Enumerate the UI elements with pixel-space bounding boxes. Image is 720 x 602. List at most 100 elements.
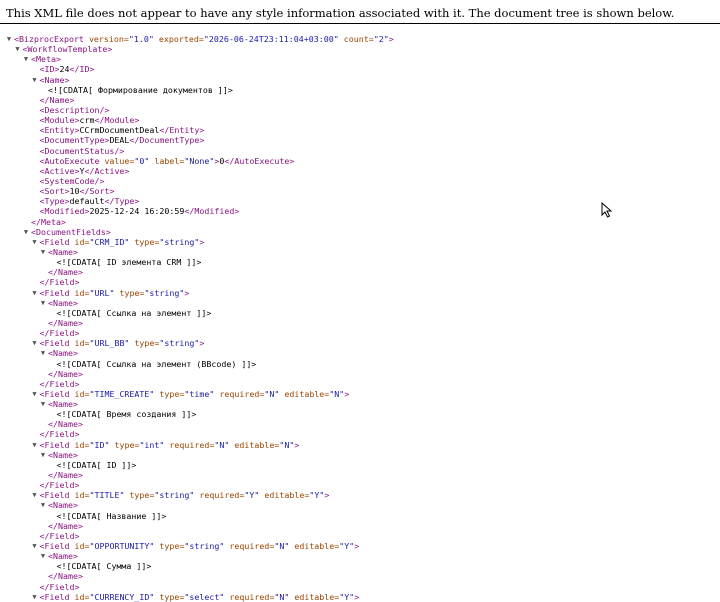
xml-tree-line: ▼ <Name> [0,75,720,85]
collapse-toggle-icon[interactable]: ▼ [39,551,47,561]
xml-line-content: <Meta> [31,54,61,64]
xml-line-content: <![CDATA[ Сумма ]]> [57,561,152,571]
xml-attr-name: required= [229,541,275,552]
xml-attr-name: type= [159,388,185,399]
collapse-toggle-icon[interactable]: ▼ [39,500,47,510]
xml-attr-value: "Y" [339,591,355,602]
xml-tree-line: </Field> [0,429,720,439]
xml-attr-value: "None" [184,155,215,166]
collapse-toggle-icon[interactable]: ▼ [5,34,13,44]
xml-attr-name: count= [343,34,374,44]
xml-line-content: <Name> [48,247,78,257]
xml-line-content: </Field> [40,328,80,338]
collapse-toggle-icon[interactable]: ▼ [31,541,39,551]
xml-line-content: <Modified>2025-12-24 16:20:59</Modified> [40,206,240,216]
mouse-pointer-icon [601,202,613,218]
xml-line-content: <Entity>CCrmDocumentDeal</Entity> [40,125,205,135]
collapse-toggle-icon[interactable]: ▼ [31,592,39,602]
xml-tree-line: <Entity>CCrmDocumentDeal</Entity> [0,125,720,135]
xml-tag: <BizprocExport [14,34,89,44]
xml-tree-line: <ID>24</ID> [0,64,720,74]
xml-attr-value: "TIME_CREATE" [89,388,155,399]
xml-tree-line: </Field> [0,531,720,541]
xml-tag: </Type> [104,196,140,207]
xml-tag: <DocumentStatus/> [39,145,125,156]
xml-tag: <ID> [39,64,60,75]
xml-tag: <WorkflowTemplate> [22,44,113,55]
xml-line-content: <Name> [48,500,78,510]
xml-attr-value: "TITLE" [89,490,125,501]
xml-tree-line: <Module>crm</Module> [0,115,720,125]
xml-tree-line: <![CDATA[ ID ]]> [0,460,720,470]
xml-tree-line: ▼ <Name> [0,500,720,510]
collapse-toggle-icon[interactable]: ▼ [31,440,39,450]
xml-tree-line: </Name> [0,369,720,379]
collapse-toggle-icon[interactable]: ▼ [14,44,22,54]
collapse-toggle-icon[interactable]: ▼ [22,54,30,64]
collapse-toggle-icon[interactable]: ▼ [39,298,47,308]
xml-attr-name: editable= [284,388,330,399]
xml-tag: </Field> [39,378,80,389]
xml-tree-line: ▼ <Field id="URL" type="string"> [0,288,720,298]
xml-tree-line: ▼ <Field id="TITLE" type="string" require… [0,490,720,500]
xml-attr-value: "CURRENCY_ID" [89,591,155,602]
xml-attr-value: "N" [274,541,290,552]
xml-tag: <Description/> [39,104,110,115]
xml-tag: > [294,439,300,450]
xml-tag: > [354,591,360,602]
xml-tag: <DocumentType> [39,135,110,146]
xml-tag: </Name> [48,368,83,379]
xml-tag: </Field> [39,277,80,288]
collapse-toggle-icon[interactable]: ▼ [39,247,47,257]
xml-tree-line: <SystemCode/> [0,176,720,186]
xml-line-content: </Name> [48,267,83,277]
xml-document-tree: ▼ <BizprocExport version="1.0" exported="… [0,34,720,602]
xml-tag: </Name> [48,267,83,278]
xml-attr-name: type= [114,439,140,450]
collapse-toggle-icon[interactable]: ▼ [31,490,39,500]
xml-line-content: <Field id="TIME_CREATE" type="time" requ… [40,389,350,399]
xml-tag: </Name> [48,571,83,582]
xml-line-content: <![CDATA[ Время создания ]]> [57,409,197,419]
collapse-toggle-icon[interactable]: ▼ [31,389,39,399]
xml-line-content: <![CDATA[ Название ]]> [57,511,167,521]
xml-text: <![CDATA[ Ссылка на элемент ]]> [56,307,212,318]
xml-attr-name: type= [159,541,185,552]
xml-tree-line: ▼ <Name> [0,551,720,561]
xml-text: CCrmDocumentDeal [79,125,160,136]
xml-attr-name: id= [74,338,90,349]
xml-line-content: <BizprocExport version="1.0" exported="2… [14,34,394,44]
xml-attr-value: "N" [274,591,290,602]
xml-tag: </Name> [48,520,83,531]
collapse-toggle-icon[interactable]: ▼ [31,288,39,298]
xml-attr-name: exported= [158,34,204,44]
xml-attr-value: "string" [144,287,185,298]
xml-line-content: <Field id="TITLE" type="string" required… [40,490,330,500]
xml-tree-line: <AutoExecute value="0" label="None">0</A… [0,156,720,166]
xml-tag: <Meta> [31,54,61,65]
collapse-toggle-icon[interactable]: ▼ [31,237,39,247]
xml-line-content: <Module>crm</Module> [40,115,140,125]
xml-tag: <Modified> [39,206,90,217]
collapse-toggle-icon[interactable]: ▼ [39,348,47,358]
xml-attr-value: "OPPORTUNITY" [89,541,155,552]
xml-line-content: <DocumentFields> [31,227,111,237]
xml-tree-line: <![CDATA[ ID элемента CRM ]]> [0,257,720,267]
xml-tag: <DocumentFields> [31,226,111,237]
collapse-toggle-icon[interactable]: ▼ [31,338,39,348]
xml-attr-name: type= [129,490,155,501]
xml-tree-line: <Active>Y</Active> [0,166,720,176]
xml-attr-value: "string" [159,338,200,349]
xml-tree-line: </Field> [0,379,720,389]
xml-line-content: <![CDATA[ ID элемента CRM ]]> [57,257,202,267]
xml-tag: <Entity> [39,125,80,136]
collapse-toggle-icon[interactable]: ▼ [31,75,39,85]
collapse-toggle-icon[interactable]: ▼ [22,227,30,237]
xml-tag: </ID> [69,64,95,75]
xml-tag: <Name> [48,246,78,257]
collapse-toggle-icon[interactable]: ▼ [39,399,47,409]
xml-tag: > [388,34,394,44]
collapse-toggle-icon[interactable]: ▼ [39,450,47,460]
xml-line-content: <DocumentType>DEAL</DocumentType> [40,135,205,145]
xml-tag: > [199,236,205,247]
